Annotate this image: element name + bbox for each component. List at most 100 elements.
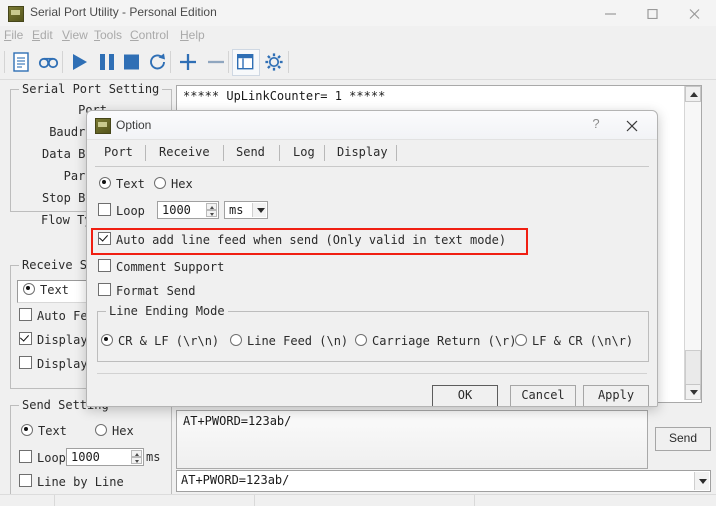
stepper-down-icon[interactable] [206, 210, 217, 217]
checkbox-indicator [19, 356, 32, 369]
auto-line-feed-checkbox[interactable]: Auto add line feed when send (Only valid… [98, 232, 506, 247]
cancel-button[interactable]: Cancel [510, 385, 576, 406]
send-format-hex-radio[interactable]: Hex [95, 424, 134, 438]
menu-bar: File Edit View Tools Control Help [0, 26, 716, 45]
checkbox-indicator [19, 332, 32, 345]
send-input-text: AT+PWORD=123ab/ [183, 414, 292, 428]
dialog-format-text-radio[interactable]: Text [99, 177, 145, 191]
dialog-help-button[interactable]: ? [584, 116, 608, 136]
checkbox-indicator [98, 283, 111, 296]
comment-support-checkbox[interactable]: Comment Support [98, 259, 224, 274]
send-format-text-radio[interactable]: Text [21, 424, 67, 438]
close-icon [689, 9, 700, 19]
scrollbar-thumb[interactable] [685, 350, 701, 386]
scroll-up-arrow-icon[interactable] [685, 86, 701, 102]
record-log-icon [38, 57, 59, 69]
receive-option-auto-feed[interactable]: Auto Fe [19, 308, 88, 323]
panel-layout-button[interactable] [232, 49, 260, 76]
dialog-loop-unit-combo[interactable]: ms [224, 201, 268, 219]
play-button[interactable] [66, 48, 94, 76]
menu-file[interactable]: File [4, 28, 23, 42]
send-line-by-line-label: Line by Line [37, 475, 124, 489]
dialog-title: Option [116, 118, 152, 132]
maximize-button[interactable] [632, 0, 674, 26]
close-button[interactable] [674, 0, 716, 26]
stepper-buttons[interactable] [131, 450, 142, 464]
radio-indicator [230, 334, 242, 346]
new-document-icon [13, 52, 29, 72]
record-log-button[interactable] [34, 48, 62, 76]
receive-option-display-2[interactable]: Display [19, 356, 88, 371]
tab-divider [279, 145, 280, 161]
send-history-combo[interactable]: AT+PWORD=123ab/ [176, 470, 711, 492]
receive-console-text: ***** UpLinkCounter= 1 ***** [183, 89, 386, 103]
auto-line-feed-label: Auto add line feed when send (Only valid… [116, 233, 507, 247]
menu-view[interactable]: View [62, 28, 88, 42]
receive-mode-text-radio[interactable]: Text [23, 283, 69, 297]
dialog-format-hex-radio[interactable]: Hex [154, 177, 193, 191]
menu-edit[interactable]: Edit [32, 28, 53, 42]
line-ending-crlf-radio[interactable]: CR & LF (\r\n) [101, 334, 219, 348]
radio-indicator [21, 424, 33, 436]
refresh-icon [150, 53, 165, 70]
scroll-down-arrow-icon[interactable] [685, 384, 701, 400]
window-title: Serial Port Utility - Personal Edition [30, 5, 217, 19]
close-icon [626, 120, 638, 132]
dialog-format-text-label: Text [116, 177, 145, 191]
maximize-icon [647, 9, 658, 19]
dialog-close-button[interactable] [620, 116, 644, 136]
cancel-button-label: Cancel [521, 388, 565, 402]
format-send-checkbox[interactable]: Format Send [98, 283, 195, 298]
tab-port[interactable]: Port [95, 140, 142, 166]
line-ending-mode-legend: Line Ending Mode [106, 304, 228, 318]
stepper-buttons[interactable] [206, 203, 217, 217]
tab-receive[interactable]: Receive [150, 140, 219, 166]
menu-control[interactable]: Control [130, 28, 169, 42]
remove-button[interactable] [202, 48, 230, 76]
checkbox-indicator [98, 232, 111, 245]
ok-button[interactable]: OK [432, 385, 498, 406]
new-document-button[interactable] [8, 48, 36, 76]
send-loop-interval-stepper[interactable]: 1000 [66, 448, 144, 466]
receive-option-display-1[interactable]: Display [19, 332, 88, 347]
tab-divider [223, 145, 224, 161]
send-button[interactable]: Send [655, 427, 711, 451]
send-loop-checkbox[interactable]: Loop [19, 450, 66, 465]
refresh-button[interactable] [144, 48, 172, 76]
line-ending-lfcr-radio[interactable]: LF & CR (\n\r) [515, 334, 633, 348]
application-window: Serial Port Utility - Personal Edition F… [0, 0, 716, 506]
send-loop-unit-label: ms [146, 450, 161, 464]
toolbar-separator [62, 51, 63, 73]
dialog-loop-interval-stepper[interactable]: 1000 [157, 201, 219, 219]
stepper-up-icon[interactable] [206, 203, 217, 210]
receive-mode-text-label: Text [40, 283, 69, 297]
line-ending-cr-radio[interactable]: Carriage Return (\r) [355, 334, 517, 348]
menu-tools[interactable]: Tools [94, 28, 122, 42]
stepper-up-icon[interactable] [131, 450, 142, 457]
apply-button[interactable]: Apply [583, 385, 649, 406]
stepper-down-icon[interactable] [131, 457, 142, 464]
menu-help[interactable]: Help [180, 28, 205, 42]
tab-log[interactable]: Log [284, 140, 324, 166]
format-send-label: Format Send [116, 284, 196, 298]
add-button[interactable] [174, 48, 202, 76]
dialog-loop-unit-value: ms [229, 203, 244, 217]
chevron-down-icon[interactable] [252, 203, 266, 217]
minimize-button[interactable] [590, 0, 632, 26]
tab-send[interactable]: Send [227, 140, 274, 166]
radio-indicator [515, 334, 527, 346]
dialog-loop-checkbox[interactable]: Loop [98, 203, 145, 218]
title-bar: Serial Port Utility - Personal Edition [0, 0, 716, 27]
dialog-title-bar: Option ? [87, 111, 657, 140]
line-ending-lf-radio[interactable]: Line Feed (\n) [230, 334, 348, 348]
send-line-by-line-checkbox[interactable]: Line by Line [19, 474, 124, 489]
stop-button[interactable] [118, 48, 146, 76]
send-input-area[interactable]: AT+PWORD=123ab/ [176, 410, 648, 469]
tab-display[interactable]: Display [328, 140, 397, 166]
radio-indicator [101, 334, 113, 346]
receive-console-scrollbar[interactable] [684, 86, 701, 400]
settings-button[interactable] [260, 48, 288, 76]
checkbox-indicator [98, 203, 111, 216]
chevron-down-icon[interactable] [694, 472, 709, 490]
status-divider [254, 495, 255, 506]
